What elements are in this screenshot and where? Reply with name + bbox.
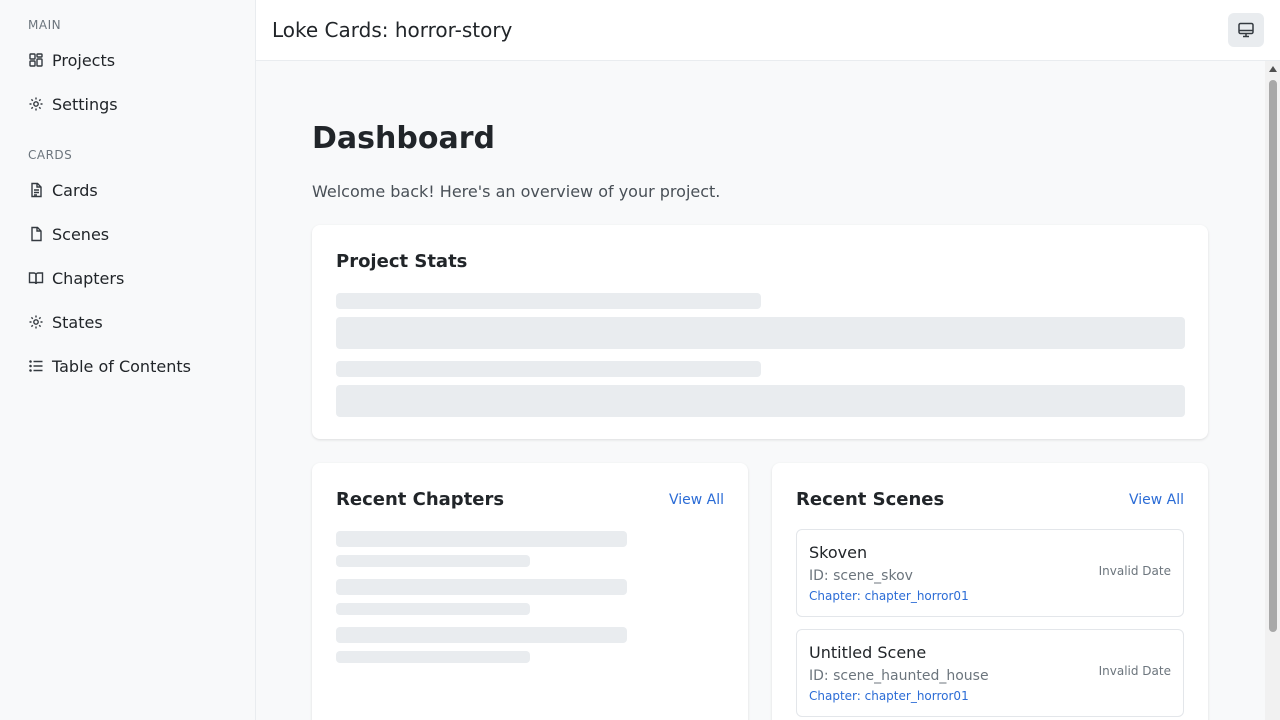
sidebar-item-label: Table of Contents [52,356,191,376]
sidebar-item-label: States [52,312,103,332]
recent-chapters-title: Recent Chapters [336,489,505,510]
skeleton-line [336,293,761,309]
recent-scenes-card: Recent Scenes View All Skoven ID: scene_… [772,463,1208,720]
display-toggle-button[interactable] [1228,13,1264,47]
view-all-chapters-link[interactable]: View All [669,492,724,508]
sidebar-item-projects[interactable]: Projects [0,38,255,82]
skeleton-line [336,361,761,377]
list-icon [28,358,44,374]
main-area: Loke Cards: horror-story Dashboard Welco… [256,0,1280,720]
view-all-scenes-link[interactable]: View All [1129,492,1184,508]
sidebar-item-cards[interactable]: Cards [0,168,255,212]
scene-date: Invalid Date [1098,664,1171,678]
sidebar-section-title-cards: CARDS [28,148,73,162]
skeleton-line [336,579,627,595]
sidebar-item-label: Scenes [52,224,110,244]
scene-list-item[interactable]: Skoven ID: scene_skov Chapter: chapter_h… [796,529,1184,617]
sidebar-item-scenes[interactable]: Scenes [0,212,255,256]
topbar: Loke Cards: horror-story [256,0,1280,61]
sidebar: MAIN Projects Settings CARDS Cards Scene… [0,0,256,720]
app-title: Loke Cards: horror-story [272,18,513,42]
page-subtitle: Welcome back! Here's an overview of your… [312,182,721,201]
skeleton-bar [336,385,1185,417]
recent-chapters-card: Recent Chapters View All [312,463,748,720]
grid-icon [28,52,44,68]
skeleton-line [336,603,530,615]
sidebar-item-states[interactable]: States [0,300,255,344]
skeleton-line [336,627,627,643]
recent-scenes-title: Recent Scenes [796,489,945,510]
book-icon [28,270,44,286]
main-scrollbar[interactable] [1265,61,1280,720]
sidebar-item-chapters[interactable]: Chapters [0,256,255,300]
scene-name: Skoven [809,543,868,562]
page-title: Dashboard [312,121,495,156]
sidebar-item-label: Cards [52,180,98,200]
recent-chapters-header: Recent Chapters View All [336,487,724,513]
gear-icon [28,96,44,112]
sidebar-item-label: Projects [52,50,116,70]
skeleton-bar [336,317,1185,349]
sidebar-item-label: Chapters [52,268,125,288]
app: MAIN Projects Settings CARDS Cards Scene… [0,0,1280,720]
document-icon [28,182,44,198]
scene-name: Untitled Scene [809,643,927,662]
scroll-thumb[interactable] [1269,80,1277,632]
skeleton-line [336,531,627,547]
skeleton-line [336,555,530,567]
scene-chapter: Chapter: chapter_horror01 [809,689,969,703]
sidebar-item-table-of-contents[interactable]: Table of Contents [0,344,255,388]
project-stats-card: Project Stats [312,225,1208,439]
dashboard-content: Dashboard Welcome back! Here's an overvi… [256,61,1280,720]
sidebar-section-title-main: MAIN [28,18,62,32]
gear-icon [28,314,44,330]
file-icon [28,226,44,242]
project-stats-title: Project Stats [336,251,468,272]
monitor-icon [1237,21,1255,39]
sidebar-item-settings[interactable]: Settings [0,82,255,126]
scene-list-item[interactable]: Untitled Scene ID: scene_haunted_house C… [796,629,1184,717]
scroll-up-arrow-icon[interactable] [1265,61,1280,76]
recent-row: Recent Chapters View All Recent Scenes V… [312,463,1280,720]
skeleton-line [336,651,530,663]
recent-scenes-header: Recent Scenes View All [796,487,1184,513]
scene-chapter: Chapter: chapter_horror01 [809,589,969,603]
sidebar-item-label: Settings [52,94,118,114]
scene-date: Invalid Date [1098,564,1171,578]
